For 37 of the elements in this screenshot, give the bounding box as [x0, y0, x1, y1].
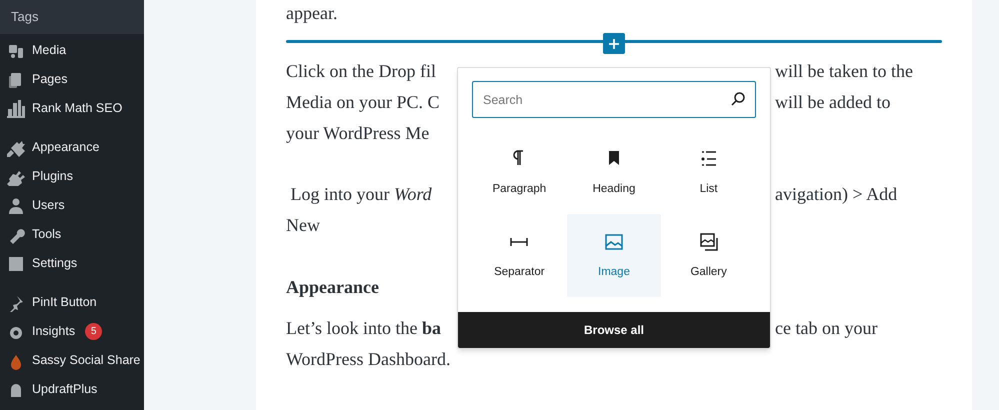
paragraph-text: your WordPress Me	[286, 122, 430, 145]
paragraph-text: will be taken to the	[774, 60, 914, 83]
paragraph-text: will be added to	[774, 91, 892, 114]
menu-item[interactable]: Insights 5	[0, 317, 144, 346]
menu-item[interactable]: Appearance	[0, 133, 144, 162]
menu-item[interactable]: Users	[0, 191, 144, 220]
menu-icon	[7, 196, 25, 214]
plus-icon	[608, 38, 620, 50]
menu-item[interactable]: Pages	[0, 65, 144, 94]
add-block-button[interactable]	[603, 33, 625, 54]
menu-item[interactable]: Rank Math SEO	[0, 94, 144, 123]
menu-item[interactable]: Sassy Social Share	[0, 346, 144, 375]
paragraph-text: Let’s look into the ba	[286, 317, 442, 340]
menu-item[interactable]: PinIt Button	[0, 288, 144, 317]
browse-all-button[interactable]: Browse all	[458, 312, 770, 348]
block-item[interactable]: Image	[566, 214, 662, 297]
paragraph-text: WordPress Dashboard.	[286, 348, 452, 371]
paragraph-text: appear.	[286, 2, 338, 25]
menu-item[interactable]: Plugins	[0, 162, 144, 191]
menu-icon	[7, 138, 25, 156]
section-heading: Appearance	[286, 276, 380, 299]
paragraph-text: Media on your PC. C	[286, 91, 441, 114]
count-badge: 5	[85, 323, 102, 340]
paragraph-text: avigation) > Add	[774, 183, 898, 206]
menu-item[interactable]: Media	[0, 36, 144, 65]
paragraph-text: Log into your Word	[290, 183, 433, 206]
menu-item[interactable]: UpdraftPlus	[0, 375, 144, 404]
menu-icon	[7, 100, 25, 118]
paragraph-text: Click on the Drop fil	[286, 60, 437, 83]
menu-item[interactable]: Settings	[0, 249, 144, 278]
paragraph-text: ce tab on your	[774, 317, 878, 340]
submenu-item[interactable]: Tags	[0, 0, 144, 34]
paragraph-text: New	[286, 214, 321, 237]
search-icon	[730, 91, 746, 107]
menu-item[interactable]: Tools	[0, 220, 144, 249]
search-field[interactable]: Search	[472, 81, 756, 118]
menu-icon	[7, 254, 25, 272]
